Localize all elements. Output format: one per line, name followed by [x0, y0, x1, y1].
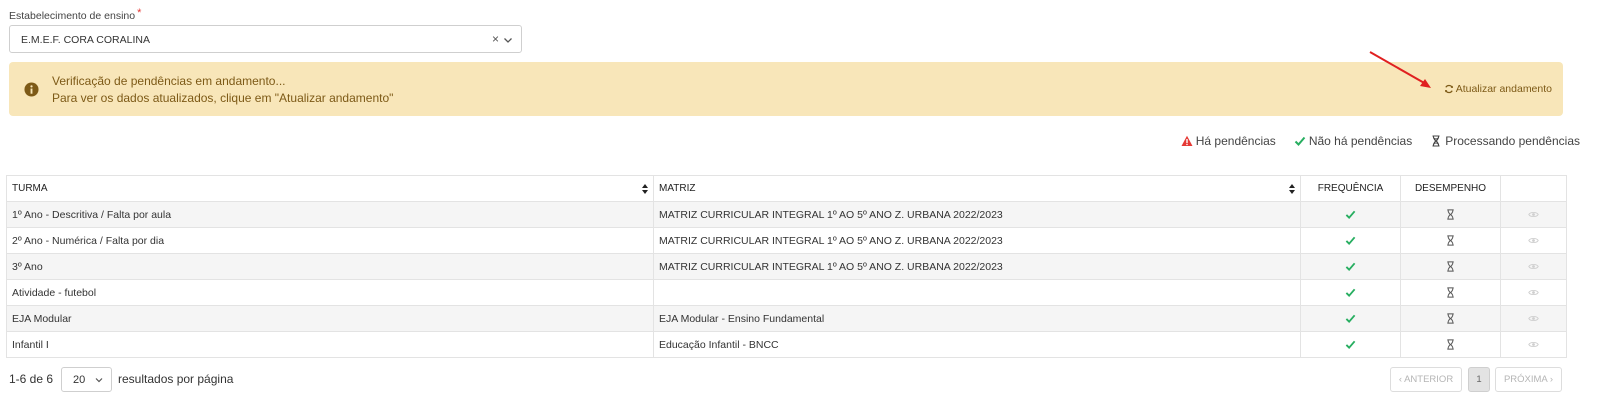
- table-row: 3º Ano MATRIZ CURRICULAR INTEGRAL 1º AO 5…: [6, 253, 1567, 280]
- eye-icon[interactable]: [1528, 261, 1539, 272]
- frequencia-column-header: FREQUÊNCIA: [1300, 175, 1401, 202]
- matriz-cell: MATRIZ CURRICULAR INTEGRAL 1º AO 5º ANO …: [653, 253, 1301, 280]
- check-icon: [1345, 236, 1356, 246]
- sort-icon[interactable]: [642, 184, 648, 194]
- matriz-cell: MATRIZ CURRICULAR INTEGRAL 1º AO 5º ANO …: [653, 201, 1301, 228]
- legend-none: Não há pendências: [1294, 134, 1412, 148]
- results-count: 1-6 de 6: [9, 372, 54, 386]
- next-page-button[interactable]: PRÓXIMA ›: [1495, 367, 1562, 392]
- alert-line-1: Verificação de pendências em andamento..…: [52, 74, 286, 88]
- matriz-cell: EJA Modular - Ensino Fundamental: [653, 305, 1301, 332]
- page-size-value: 20: [73, 374, 86, 386]
- school-label-text: Estabelecimento de ensino: [9, 10, 136, 22]
- matriz-cell: [653, 279, 1301, 306]
- table-row: Atividade - futebol: [6, 279, 1567, 306]
- previous-page-button[interactable]: ‹ ANTERIOR: [1390, 367, 1462, 392]
- required-mark: *: [137, 7, 142, 19]
- pending-check-alert: Verificação de pendências em andamento..…: [9, 62, 1563, 116]
- frequencia-cell: [1300, 305, 1401, 332]
- sort-icon[interactable]: [1289, 184, 1295, 194]
- current-page-button[interactable]: 1: [1468, 367, 1490, 392]
- refresh-progress-label: Atualizar andamento: [1455, 83, 1552, 95]
- turma-column-header[interactable]: TURMA: [6, 175, 654, 202]
- actions-column-header: [1500, 175, 1567, 202]
- refresh-progress-button[interactable]: Atualizar andamento: [1444, 83, 1552, 95]
- hourglass-icon: [1447, 339, 1454, 350]
- per-page-label: resultados por página: [118, 372, 234, 386]
- eye-icon[interactable]: [1528, 339, 1539, 350]
- matriz-column-header[interactable]: MATRIZ: [653, 175, 1301, 202]
- hourglass-icon: [1447, 209, 1454, 220]
- matriz-cell: Educação Infantil - BNCC: [653, 331, 1301, 358]
- table-row: 1º Ano - Descritiva / Falta por aula MATR…: [6, 201, 1567, 228]
- view-cell[interactable]: [1500, 253, 1567, 280]
- chevron-down-icon: [95, 378, 103, 383]
- turma-cell: EJA Modular: [6, 305, 654, 332]
- refresh-icon: [1444, 84, 1453, 94]
- legend-processing: Processando pendências: [1430, 134, 1580, 148]
- info-icon: [24, 82, 39, 97]
- legend-processing-label: Processando pendências: [1445, 134, 1580, 148]
- frequencia-cell: [1300, 331, 1401, 358]
- check-icon: [1345, 288, 1356, 298]
- turma-header-label: TURMA: [12, 183, 48, 194]
- frequencia-cell: [1300, 227, 1401, 254]
- classes-table: TURMA MATRIZ FREQUÊNCIA DESEMPENHO 1º An…: [6, 175, 1567, 358]
- table-header-row: TURMA MATRIZ FREQUÊNCIA DESEMPENHO: [6, 175, 1567, 202]
- hourglass-icon: [1447, 313, 1454, 324]
- view-cell[interactable]: [1500, 279, 1567, 306]
- view-cell[interactable]: [1500, 201, 1567, 228]
- page-size-select[interactable]: 20: [61, 367, 112, 392]
- eye-icon[interactable]: [1528, 209, 1539, 220]
- annotation-arrow-icon: [1369, 51, 1431, 88]
- chevron-down-icon[interactable]: [503, 35, 513, 45]
- turma-cell: 3º Ano: [6, 253, 654, 280]
- matriz-cell: MATRIZ CURRICULAR INTEGRAL 1º AO 5º ANO …: [653, 227, 1301, 254]
- eye-icon[interactable]: [1528, 313, 1539, 324]
- hourglass-icon: [1432, 135, 1440, 147]
- check-icon: [1345, 340, 1356, 350]
- matriz-header-label: MATRIZ: [659, 183, 696, 194]
- check-icon: [1294, 136, 1306, 146]
- table-row: 2º Ano - Numérica / Falta por dia MATRIZ …: [6, 227, 1567, 254]
- school-select-value: E.M.E.F. CORA CORALINA: [21, 34, 150, 46]
- hourglass-icon: [1447, 235, 1454, 246]
- school-select[interactable]: E.M.E.F. CORA CORALINA ×: [9, 25, 522, 53]
- check-icon: [1345, 210, 1356, 220]
- desempenho-cell: [1400, 227, 1501, 254]
- eye-icon[interactable]: [1528, 287, 1539, 298]
- turma-cell: 2º Ano - Numérica / Falta por dia: [6, 227, 654, 254]
- hourglass-icon: [1447, 287, 1454, 298]
- table-row: Infantil I Educação Infantil - BNCC: [6, 331, 1567, 358]
- check-icon: [1345, 314, 1356, 324]
- status-legend: Há pendências Não há pendências Processa…: [1181, 134, 1580, 148]
- frequencia-cell: [1300, 201, 1401, 228]
- warning-icon: [1181, 135, 1193, 146]
- eye-icon[interactable]: [1528, 235, 1539, 246]
- legend-pending-label: Há pendências: [1195, 134, 1276, 148]
- desempenho-cell: [1400, 305, 1501, 332]
- turma-cell: 1º Ano - Descritiva / Falta por aula: [6, 201, 654, 228]
- desempenho-cell: [1400, 201, 1501, 228]
- frequencia-cell: [1300, 279, 1401, 306]
- desempenho-column-header: DESEMPENHO: [1400, 175, 1501, 202]
- legend-pending: Há pendências: [1181, 134, 1276, 148]
- table-row: EJA Modular EJA Modular - Ensino Fundamen…: [6, 305, 1567, 332]
- view-cell[interactable]: [1500, 305, 1567, 332]
- clear-icon[interactable]: ×: [492, 32, 499, 46]
- legend-none-label: Não há pendências: [1308, 134, 1413, 148]
- desempenho-cell: [1400, 253, 1501, 280]
- view-cell[interactable]: [1500, 227, 1567, 254]
- school-field-label: Estabelecimento de ensino *: [9, 7, 142, 22]
- turma-cell: Infantil I: [6, 331, 654, 358]
- hourglass-icon: [1447, 261, 1454, 272]
- desempenho-cell: [1400, 331, 1501, 358]
- desempenho-cell: [1400, 279, 1501, 306]
- view-cell[interactable]: [1500, 331, 1567, 358]
- frequencia-cell: [1300, 253, 1401, 280]
- alert-line-2: Para ver os dados atualizados, clique em…: [52, 91, 394, 105]
- check-icon: [1345, 262, 1356, 272]
- turma-cell: Atividade - futebol: [6, 279, 654, 306]
